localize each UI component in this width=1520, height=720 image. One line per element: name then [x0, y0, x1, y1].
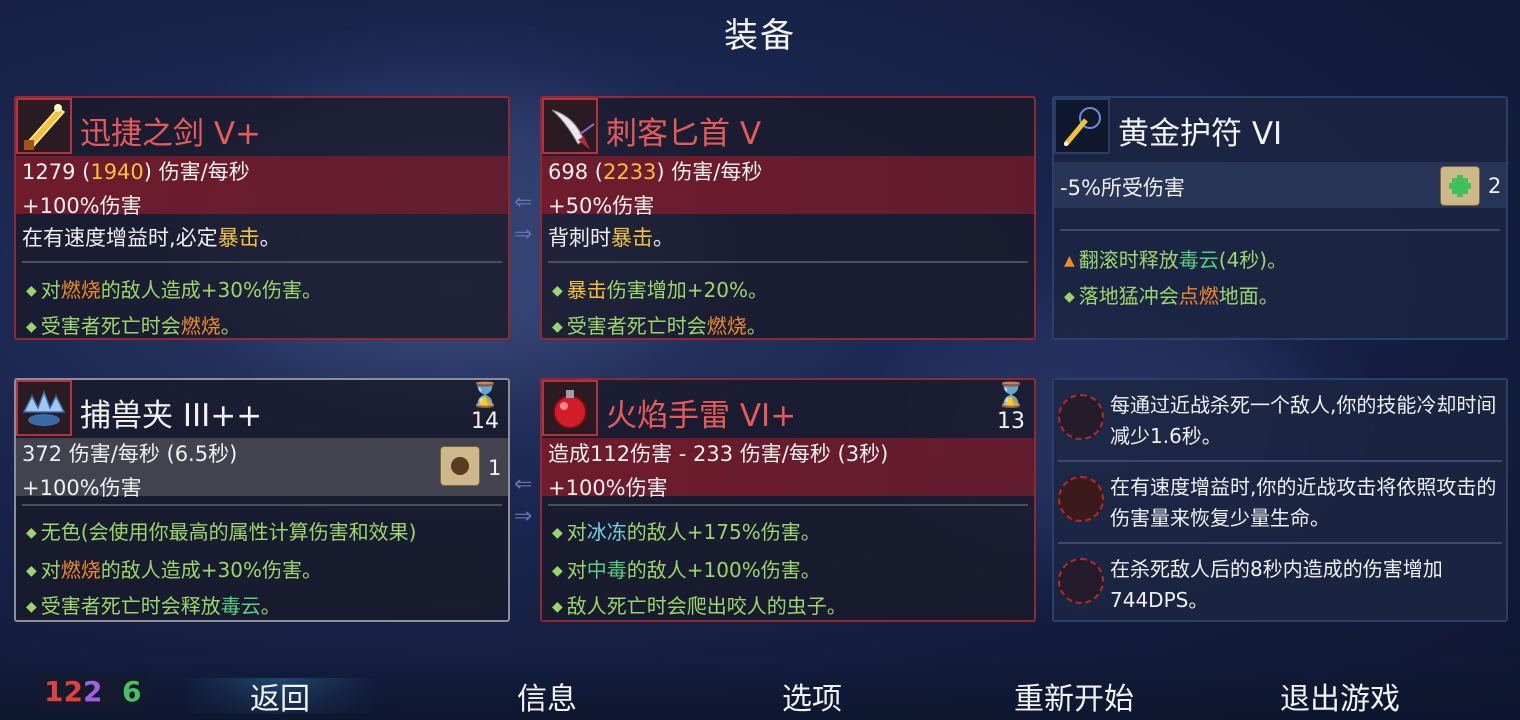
menu-options[interactable]: 选项: [782, 674, 842, 718]
scroll-icon: [440, 446, 480, 486]
melee-kill-mutation-icon: [1058, 394, 1104, 440]
item-name: 捕兽夹 III++: [80, 398, 263, 434]
equipment-card-dagger[interactable]: 刺客匕首 V 698 (2233) 伤害/每秒 +50%伤害 背刺时暴击。 ◆ 暴…: [540, 96, 1036, 340]
item-name: 黄金护符 VI: [1118, 116, 1283, 152]
divider: [22, 261, 502, 263]
menu-restart[interactable]: 重新开始: [1014, 674, 1134, 718]
equipment-card-sword[interactable]: 迅捷之剑 V+ 1279 (1940) 伤害/每秒 +100%伤害 在有速度增益…: [14, 96, 510, 340]
divider: [548, 261, 1028, 263]
item-name: 刺客匕首 V: [606, 116, 762, 152]
divider: [1058, 460, 1502, 462]
page-title: 装备: [724, 16, 796, 56]
affix-line: ◆ 无色(会使用你最高的属性计算伤害和效果): [26, 520, 417, 544]
amulet-icon: [1054, 98, 1110, 154]
mutation-item[interactable]: 在有速度增益时,你的近战攻击将依照攻击的伤害量来恢复少量生命。: [1054, 466, 1506, 536]
scroll-icon: [1440, 166, 1480, 206]
effect-line: 背刺时暴击。: [548, 226, 674, 250]
equipment-card-amulet[interactable]: 黄金护符 VI -5%所受伤害 2 ▲ 翻滚时释放毒云(4秒)。 ◆ 落地猛冲会点燃…: [1052, 96, 1508, 340]
item-name: 迅捷之剑 V+: [80, 116, 262, 152]
affix-line: ◆ 对燃烧的敌人造成+30%伤害。: [26, 558, 322, 582]
vampirism-mutation-icon: [1058, 476, 1104, 522]
divider: [548, 504, 1028, 506]
divider: [1060, 229, 1500, 231]
scroll-count: 1: [488, 456, 502, 480]
affix-line: ◆ 对冰冻的敌人+175%伤害。: [552, 520, 821, 544]
arrow-left-icon: ⇐: [514, 190, 533, 215]
affix-line: ◆ 对中毒的敌人+100%伤害。: [552, 558, 821, 582]
menu-info[interactable]: 信息: [517, 674, 577, 718]
tactics-stat: 2: [82, 675, 103, 708]
affix-line: ◆ 暴击伤害增加+20%。: [552, 278, 768, 302]
dagger-icon: [542, 98, 598, 154]
menu-back[interactable]: 返回: [180, 674, 380, 718]
divider: [1058, 542, 1502, 544]
scroll-count: 2: [1488, 174, 1502, 198]
stat-line: +100%伤害: [548, 476, 668, 500]
dps-line: 1279 (1940) 伤害/每秒: [22, 160, 250, 184]
stat-line: -5%所受伤害: [1060, 176, 1185, 200]
stat-scrolls: 122 6: [38, 675, 148, 708]
survival-stat: 6: [121, 675, 142, 708]
hourglass-icon: ⌛: [996, 381, 1026, 409]
dps-line: 698 (2233) 伤害/每秒: [548, 160, 763, 184]
affix-line: ◆ 受害者死亡时会释放毒云。: [26, 594, 281, 618]
affix-line: ▲ 翻滚时释放毒云(4秒)。: [1064, 248, 1288, 272]
killer-instinct-mutation-icon: [1058, 558, 1104, 604]
bear-trap-icon: [16, 380, 72, 436]
dps-line: 造成112伤害 - 233 伤害/每秒 (3秒): [548, 442, 889, 466]
affix-line: ◆ 受害者死亡时会燃烧。: [26, 314, 241, 338]
affix-line: ◆ 受害者死亡时会燃烧。: [552, 314, 767, 338]
brutality-stat: 12: [44, 675, 83, 708]
stat-line: +50%伤害: [548, 194, 655, 218]
equipment-card-trap[interactable]: 捕兽夹 III++ ⌛ 14 372 伤害/每秒 (6.5秒) +100%伤害 …: [14, 378, 510, 622]
affix-line: ◆ 敌人死亡时会爬出咬人的虫子。: [552, 594, 847, 618]
arrow-left-icon: ⇐: [514, 472, 533, 497]
grenade-icon: [542, 380, 598, 436]
cooldown-timer: ⌛ 13: [996, 381, 1026, 434]
effect-line: 在有速度增益时,必定暴击。: [22, 226, 281, 250]
mutation-item[interactable]: 每通过近战杀死一个敌人,你的技能冷却时间减少1.6秒。: [1054, 384, 1506, 454]
sword-icon: [16, 98, 72, 154]
hourglass-icon: ⌛: [470, 381, 500, 409]
affix-line: ◆ 落地猛冲会点燃地面。: [1064, 284, 1279, 308]
arrow-right-icon: ⇒: [514, 504, 533, 529]
equipment-card-grenade[interactable]: 火焰手雷 VI+ ⌛ 13 造成112伤害 - 233 伤害/每秒 (3秒) +…: [540, 378, 1036, 622]
mutation-item[interactable]: 在杀死敌人后的8秒内造成的伤害增加744DPS。: [1054, 548, 1506, 618]
item-name: 火焰手雷 VI+: [606, 398, 797, 434]
affix-line: ◆ 对燃烧的敌人造成+30%伤害。: [26, 278, 322, 302]
menu-quit[interactable]: 退出游戏: [1280, 674, 1400, 718]
dps-line: 372 伤害/每秒 (6.5秒): [22, 442, 238, 466]
divider: [22, 504, 502, 506]
cooldown-timer: ⌛ 14: [470, 381, 500, 434]
arrow-right-icon: ⇒: [514, 222, 533, 247]
stat-line: +100%伤害: [22, 476, 142, 500]
stat-line: +100%伤害: [22, 194, 142, 218]
